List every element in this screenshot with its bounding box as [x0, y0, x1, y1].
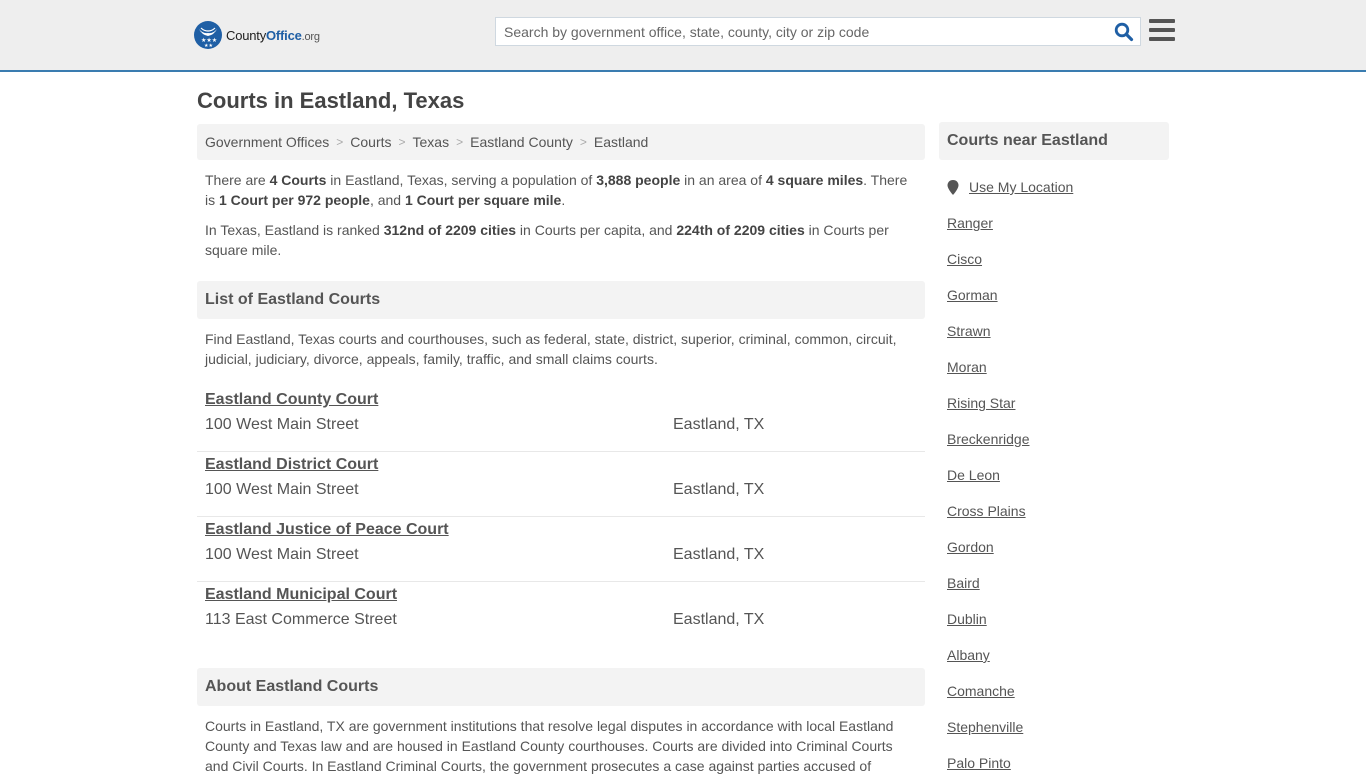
nearby-city-link[interactable]: Cross Plains — [947, 503, 1026, 519]
court-item: Eastland Justice of Peace Court 100 West… — [197, 517, 925, 582]
nearby-city-link[interactable]: Comanche — [947, 683, 1015, 699]
map-pin-icon — [947, 179, 959, 195]
nearby-city-item: Baird — [947, 565, 1169, 601]
nearby-city-link[interactable]: Strawn — [947, 323, 991, 339]
court-address: 100 West Main Street — [205, 481, 359, 498]
court-item: Eastland District Court 100 West Main St… — [197, 452, 925, 517]
nearby-city-link[interactable]: Albany — [947, 647, 990, 663]
breadcrumb-eastland[interactable]: Eastland — [594, 134, 648, 150]
nearby-city-link[interactable]: De Leon — [947, 467, 1000, 483]
intro-stats: There are 4 Courts in Eastland, Texas, s… — [197, 170, 925, 260]
svg-text:★★: ★★ — [204, 43, 213, 49]
hamburger-menu-button[interactable] — [1149, 19, 1175, 43]
breadcrumb-separator: > — [456, 135, 464, 149]
nearby-city-link[interactable]: Moran — [947, 359, 987, 375]
nearby-city-link[interactable]: Breckenridge — [947, 431, 1030, 447]
breadcrumb-courts[interactable]: Courts — [350, 134, 391, 150]
nearby-city-link[interactable]: Baird — [947, 575, 980, 591]
breadcrumb-texas[interactable]: Texas — [413, 134, 450, 150]
nearby-city-item: Cisco — [947, 241, 1169, 277]
court-name-link[interactable]: Eastland District Court — [205, 456, 378, 474]
page-title: Courts in Eastland, Texas — [197, 88, 465, 113]
court-name-link[interactable]: Eastland Justice of Peace Court — [205, 521, 449, 539]
nearby-city-link[interactable]: Rising Star — [947, 395, 1015, 411]
nearby-city-item: Albany — [947, 637, 1169, 673]
court-address: 100 West Main Street — [205, 416, 359, 433]
nearby-city-item: Cross Plains — [947, 493, 1169, 529]
nearby-city-item: Palo Pinto — [947, 745, 1169, 781]
court-address: 100 West Main Street — [205, 546, 359, 563]
ranking-paragraph: In Texas, Eastland is ranked 312nd of 22… — [205, 222, 889, 258]
about-heading: About Eastland Courts — [197, 668, 925, 706]
breadcrumb-eastland-county[interactable]: Eastland County — [470, 134, 573, 150]
hamburger-line — [1149, 28, 1175, 32]
about-section: About Eastland Courts Courts in Eastland… — [197, 668, 925, 776]
nearby-city-item: Comanche — [947, 673, 1169, 709]
breadcrumb-separator: > — [336, 135, 344, 149]
court-city: Eastland, TX — [673, 481, 765, 498]
nearby-city-item: Gordon — [947, 529, 1169, 565]
breadcrumb-separator: > — [398, 135, 406, 149]
court-item: Eastland Municipal Court 113 East Commer… — [197, 582, 925, 647]
logo-text: CountyOffice.org — [226, 27, 320, 43]
breadcrumb-separator: > — [579, 135, 587, 149]
courts-list: Eastland County Court 100 West Main Stre… — [197, 387, 925, 647]
court-item: Eastland County Court 100 West Main Stre… — [197, 387, 925, 452]
court-city: Eastland, TX — [673, 416, 765, 433]
sidebar: Courts near Eastland Use My Location Ran… — [939, 122, 1169, 781]
sidebar-heading: Courts near Eastland — [939, 122, 1169, 160]
court-city: Eastland, TX — [673, 546, 765, 563]
court-address: 113 East Commerce Street — [205, 611, 397, 628]
court-name-link[interactable]: Eastland County Court — [205, 391, 378, 409]
breadcrumb: Government Offices > Courts > Texas > Ea… — [197, 124, 925, 160]
nearby-city-item: Strawn — [947, 313, 1169, 349]
use-location-row: Use My Location — [939, 177, 1169, 197]
about-text: Courts in Eastland, TX are government in… — [205, 718, 894, 774]
search-icon — [1114, 22, 1134, 42]
nearby-city-link[interactable]: Dublin — [947, 611, 987, 627]
nearby-city-link[interactable]: Gorman — [947, 287, 998, 303]
nearby-city-item: De Leon — [947, 457, 1169, 493]
logo-link[interactable]: ★★★ ★★ CountyOffice.org — [194, 20, 320, 50]
main-content: Government Offices > Courts > Texas > Ea… — [197, 124, 925, 774]
search-button[interactable] — [1114, 22, 1134, 42]
courts-list-heading: List of Eastland Courts — [197, 281, 925, 319]
nearby-city-link[interactable]: Stephenville — [947, 719, 1023, 735]
nearby-city-link[interactable]: Cisco — [947, 251, 982, 267]
nearby-city-item: Ranger — [947, 205, 1169, 241]
breadcrumb-government-offices[interactable]: Government Offices — [205, 134, 329, 150]
hamburger-line — [1149, 37, 1175, 41]
eagle-logo-icon: ★★★ ★★ — [194, 21, 222, 49]
nearby-city-link[interactable]: Palo Pinto — [947, 755, 1011, 771]
nearby-city-link[interactable]: Ranger — [947, 215, 993, 231]
nearby-city-item: Moran — [947, 349, 1169, 385]
search-input[interactable] — [496, 18, 1096, 45]
nearby-city-item: Breckenridge — [947, 421, 1169, 457]
nearby-city-item: Stephenville — [947, 709, 1169, 745]
nearby-city-link[interactable]: Gordon — [947, 539, 994, 555]
courts-list-description: Find Eastland, Texas courts and courthou… — [205, 331, 897, 367]
court-name-link[interactable]: Eastland Municipal Court — [205, 586, 397, 604]
nearby-cities-list: Ranger Cisco Gorman Strawn Moran Rising … — [939, 205, 1169, 781]
site-header: ★★★ ★★ CountyOffice.org — [0, 0, 1366, 72]
use-my-location-link[interactable]: Use My Location — [969, 179, 1073, 195]
stats-paragraph: There are 4 Courts in Eastland, Texas, s… — [205, 172, 908, 208]
hamburger-menu-icon — [1149, 19, 1175, 23]
nearby-city-item: Rising Star — [947, 385, 1169, 421]
search-box — [495, 17, 1141, 46]
nearby-city-item: Gorman — [947, 277, 1169, 313]
court-city: Eastland, TX — [673, 611, 765, 628]
courts-list-section: List of Eastland Courts Find Eastland, T… — [197, 281, 925, 647]
nearby-city-item: Dublin — [947, 601, 1169, 637]
